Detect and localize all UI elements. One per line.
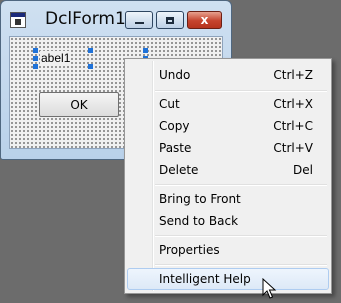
maximize-icon bbox=[166, 16, 174, 24]
selection-handle-top-left[interactable] bbox=[33, 48, 38, 53]
menu-item-copy[interactable]: Copy Ctrl+C bbox=[127, 115, 329, 137]
menu-separator bbox=[155, 90, 327, 92]
form-window-icon[interactable] bbox=[10, 12, 26, 28]
maximize-button[interactable] bbox=[156, 11, 184, 29]
menu-item-label: Delete bbox=[159, 163, 199, 177]
menu-item-undo[interactable]: Undo Ctrl+Z bbox=[127, 64, 329, 86]
menu-item-label: Send to Back bbox=[159, 214, 239, 228]
context-menu: Undo Ctrl+Z Cut Ctrl+X Copy Ctrl+C Paste… bbox=[124, 58, 332, 294]
menu-separator bbox=[155, 235, 327, 237]
menu-item-shortcut: Ctrl+V bbox=[273, 141, 313, 155]
menu-item-shortcut: Ctrl+Z bbox=[273, 68, 313, 82]
menu-separator bbox=[155, 184, 327, 186]
menu-item-shortcut: Ctrl+X bbox=[273, 97, 313, 111]
selection-handle-top-middle[interactable] bbox=[88, 48, 93, 53]
menu-item-label: Intelligent Help bbox=[159, 272, 251, 286]
menu-item-intelligent-help[interactable]: Intelligent Help bbox=[127, 268, 329, 290]
menu-item-send-to-back[interactable]: Send to Back bbox=[127, 210, 329, 232]
menu-item-label: Copy bbox=[159, 119, 190, 133]
menu-item-bring-to-front[interactable]: Bring to Front bbox=[127, 188, 329, 210]
menu-item-label: Cut bbox=[159, 97, 180, 111]
selection-handle-top-right[interactable] bbox=[143, 48, 148, 53]
close-button[interactable]: x bbox=[187, 11, 222, 29]
menu-item-delete[interactable]: Delete Del bbox=[127, 159, 329, 181]
selection-handle-bottom-left[interactable] bbox=[33, 64, 38, 69]
menu-item-properties[interactable]: Properties bbox=[127, 239, 329, 261]
menu-item-paste[interactable]: Paste Ctrl+V bbox=[127, 137, 329, 159]
form-title: DclForm1 bbox=[45, 9, 126, 29]
ok-button[interactable]: OK bbox=[39, 92, 119, 117]
selection-handle-bottom-middle[interactable] bbox=[88, 64, 93, 69]
mouse-pointer-icon bbox=[262, 278, 277, 299]
menu-item-label: Undo bbox=[159, 68, 191, 82]
menu-item-label: Paste bbox=[159, 141, 192, 155]
menu-item-shortcut: Del bbox=[293, 163, 313, 177]
menu-item-shortcut: Ctrl+C bbox=[273, 119, 313, 133]
menu-separator bbox=[155, 264, 327, 266]
menu-item-label: Bring to Front bbox=[159, 192, 241, 206]
close-icon: x bbox=[200, 13, 209, 27]
minimize-button[interactable] bbox=[125, 11, 153, 29]
label1-control[interactable]: abel1 bbox=[40, 51, 72, 65]
selection-handle-middle-left[interactable] bbox=[33, 56, 38, 61]
menu-item-label: Properties bbox=[159, 243, 220, 257]
menu-item-cut[interactable]: Cut Ctrl+X bbox=[127, 93, 329, 115]
minimize-icon bbox=[134, 22, 144, 24]
